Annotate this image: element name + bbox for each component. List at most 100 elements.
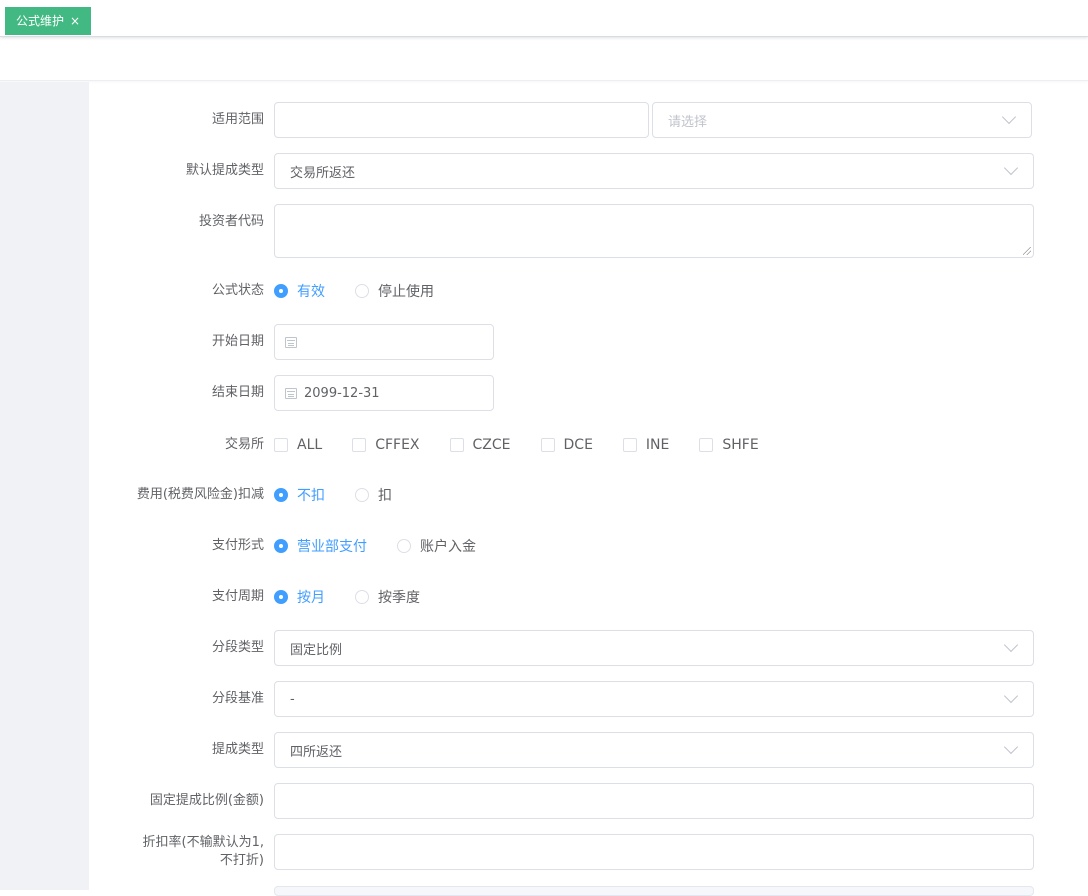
segment-type-select[interactable]: 固定比例 [274,630,1034,666]
end-date-row: 结束日期 2099-12-31 [89,375,1088,411]
fixed-ratio-label: 固定提成比例(金额) [149,793,264,808]
formula-status-row: 公式状态 有效 停止使用 [89,273,1088,309]
fixed-ratio-row: 固定提成比例(金额) [89,783,1088,819]
radio-label: 营业部支付 [297,539,367,555]
discount-rate-row: 折扣率(不输默认为1, 不打折) [89,834,1088,870]
chevron-down-icon [1001,109,1017,125]
radio-label: 按季度 [378,590,420,606]
checkbox-czce[interactable]: CZCE [449,437,511,453]
commission-type-row: 提成类型 四所返还 [89,732,1088,768]
default-commission-type-label: 默认提成类型 [185,163,264,178]
discount-rate-label: 折扣率(不输默认为1, 不打折) [143,834,264,870]
radio-deduct[interactable]: 扣 [355,485,392,505]
chevron-down-icon [1003,688,1019,704]
radio-label: 账户入金 [420,539,476,555]
commission-type-label: 提成类型 [211,742,264,757]
commission-type-select[interactable]: 四所返还 [274,732,1034,768]
scope-select-placeholder: 请选择 [668,114,708,130]
radio-label: 不扣 [297,488,325,504]
radio-account-deposit[interactable]: 账户入金 [397,536,476,556]
exchange-label: 交易所 [224,437,264,452]
scope-row: 适用范围 请选择 [89,102,1088,138]
scope-input[interactable] [274,102,649,138]
investor-code-textarea[interactable] [274,204,1034,258]
close-icon[interactable]: × [70,15,80,27]
exchange-checkbox-group: ALL CFFEX CZCE DCE INE SHFE [274,427,789,463]
segment-basis-row: 分段基准 - [89,681,1088,717]
segment-basis-value: - [290,691,295,707]
investor-code-label: 投资者代码 [198,214,264,229]
radio-disabled-use[interactable]: 停止使用 [355,281,434,301]
checkbox-all[interactable]: ALL [274,437,322,453]
fee-deduction-label: 费用(税费风险金)扣减 [136,487,264,502]
checkbox-label: CZCE [472,437,511,453]
default-commission-type-row: 默认提成类型 交易所返还 [89,153,1088,189]
payment-cycle-radio-group: 按月 按季度 [274,579,450,615]
checkbox-label: INE [645,437,670,453]
tab-formula-maintenance[interactable]: 公式维护 × [5,7,92,35]
tab-label: 公式维护 [16,14,65,28]
commission-type-value: 四所返还 [290,744,343,760]
calendar-icon [285,336,297,348]
discount-rate-label-line2: 不打折) [219,853,264,868]
sidebar [0,82,89,890]
checkbox-unchecked-icon [699,438,714,452]
radio-label: 按月 [297,590,325,606]
scope-select[interactable]: 请选择 [652,102,1032,138]
radio-label: 停止使用 [378,284,434,300]
start-date-label: 开始日期 [211,334,264,349]
end-date-picker[interactable]: 2099-12-31 [274,375,494,411]
investor-code-row: 投资者代码 [89,204,1088,258]
checkbox-unchecked-icon [274,438,288,452]
start-date-picker[interactable] [274,324,494,360]
radio-unchecked-icon [355,590,369,604]
segment-basis-label: 分段基准 [211,691,264,706]
resize-handle-icon[interactable] [1023,247,1031,255]
fee-deduction-radio-group: 不扣 扣 [274,477,422,513]
radio-checked-icon [274,539,288,553]
radio-checked-icon [274,590,288,604]
radio-label: 有效 [297,284,325,300]
radio-branch-pay[interactable]: 营业部支付 [274,536,367,556]
checkbox-label: ALL [297,437,323,453]
end-date-label: 结束日期 [211,385,264,400]
payment-form-radio-group: 营业部支付 账户入金 [274,528,506,564]
checkbox-ine[interactable]: INE [622,437,670,453]
checkbox-unchecked-icon [449,438,464,452]
formula-form: 适用范围 请选择 默认提成类型 交易所返还 投资者代码 公式状态 有效 停止使用… [89,82,1088,896]
exchange-row: 交易所 ALL CFFEX CZCE DCE INE SHFE [89,427,1088,463]
formula-status-radio-group: 有效 停止使用 [274,273,464,309]
default-commission-type-select[interactable]: 交易所返还 [274,153,1034,189]
radio-valid[interactable]: 有效 [274,281,325,301]
radio-no-deduct[interactable]: 不扣 [274,485,325,505]
segment-basis-select[interactable]: - [274,681,1034,717]
fee-deduction-row: 费用(税费风险金)扣减 不扣 扣 [89,477,1088,513]
radio-checked-icon [274,488,288,502]
checkbox-cffex[interactable]: CFFEX [352,437,420,453]
fixed-ratio-input[interactable] [274,783,1034,819]
payment-cycle-row: 支付周期 按月 按季度 [89,579,1088,615]
payment-form-row: 支付形式 营业部支付 账户入金 [89,528,1088,564]
chevron-down-icon [1003,739,1019,755]
checkbox-label: DCE [563,437,593,453]
checkbox-label: CFFEX [375,437,420,453]
segment-type-value: 固定比例 [290,642,343,658]
segment-type-row: 分段类型 固定比例 [89,630,1088,666]
radio-unchecked-icon [355,488,369,502]
toolbar-area [0,37,1088,81]
checkbox-dce[interactable]: DCE [540,437,593,453]
checkbox-shfe[interactable]: SHFE [699,437,759,453]
end-date-value: 2099-12-31 [304,385,380,401]
checkbox-label: SHFE [722,437,759,453]
checkbox-unchecked-icon [540,438,555,452]
radio-label: 扣 [378,488,392,504]
radio-monthly[interactable]: 按月 [274,587,325,607]
payment-cycle-label: 支付周期 [211,589,264,604]
scope-label: 适用范围 [211,112,264,127]
checkbox-unchecked-icon [352,438,367,452]
discount-rate-label-line1: 折扣率(不输默认为1, [142,835,264,850]
radio-quarterly[interactable]: 按季度 [355,587,420,607]
radio-unchecked-icon [397,539,411,553]
discount-rate-input[interactable] [274,834,1034,870]
radio-checked-icon [274,284,288,298]
